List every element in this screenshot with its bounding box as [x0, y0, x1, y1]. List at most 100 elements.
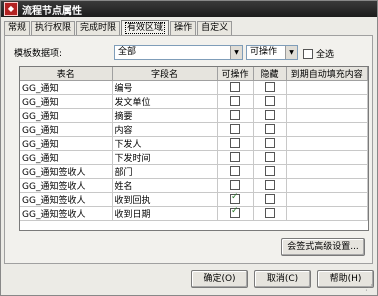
cell-autofill[interactable]	[286, 164, 368, 179]
mode-select[interactable]: 可操作 ▼	[246, 45, 298, 60]
table-row[interactable]: GG_通知签收人 收到日期	[20, 206, 368, 221]
cell-operable	[217, 136, 254, 151]
cell-table-name: GG_通知签收人	[20, 164, 113, 179]
tab-operation[interactable]: 操作	[170, 21, 197, 35]
cell-autofill[interactable]	[286, 150, 368, 165]
table-row[interactable]: GG_通知签收人 收到回执	[20, 192, 368, 207]
operable-checkbox[interactable]	[230, 82, 240, 93]
cell-field-name: 发文单位	[112, 94, 218, 109]
cell-hidden	[253, 178, 287, 193]
cell-autofill[interactable]	[286, 136, 368, 151]
operable-checkbox[interactable]	[230, 180, 240, 191]
title-bar[interactable]: ◆ 流程节点属性	[1, 1, 377, 17]
cell-operable	[217, 94, 254, 109]
col-header-operable[interactable]: 可操作	[217, 67, 254, 81]
cell-autofill[interactable]	[286, 192, 368, 207]
cell-operable	[217, 206, 254, 221]
cell-hidden	[253, 136, 287, 151]
operable-checkbox[interactable]	[230, 124, 240, 135]
operable-checkbox[interactable]	[230, 166, 240, 177]
hidden-checkbox[interactable]	[264, 166, 275, 177]
chevron-down-icon[interactable]: ▼	[285, 46, 297, 59]
hidden-checkbox[interactable]	[264, 124, 275, 135]
template-field-label: 模板数据项:	[14, 49, 63, 59]
cell-table-name: GG_通知签收人	[20, 192, 113, 207]
table-row[interactable]: GG_通知 编号	[20, 80, 368, 95]
cell-table-name: GG_通知	[20, 80, 113, 95]
cell-hidden	[253, 192, 287, 207]
cell-table-name: GG_通知	[20, 150, 113, 165]
cell-autofill[interactable]	[286, 80, 368, 95]
select-all-box[interactable]	[303, 48, 313, 59]
cell-operable	[217, 80, 254, 95]
cell-operable	[217, 178, 254, 193]
tab-valid-area[interactable]: 有效区域	[121, 20, 170, 36]
advanced-settings-button[interactable]: 会签式高级设置...	[281, 238, 365, 256]
cell-field-name: 下发时间	[112, 150, 218, 165]
tab-strip: 常规 执行权限 完成时限 有效区域 操作 自定义	[4, 19, 233, 36]
cell-hidden	[253, 122, 287, 137]
tab-general[interactable]: 常规	[4, 21, 31, 35]
cell-field-name: 摘要	[112, 108, 218, 123]
chevron-down-icon[interactable]: ▼	[230, 46, 242, 59]
table-row[interactable]: GG_通知签收人 部门	[20, 164, 368, 179]
table-row[interactable]: GG_通知签收人 姓名	[20, 178, 368, 193]
ok-button[interactable]: 确定(O)	[191, 270, 248, 288]
hidden-checkbox[interactable]	[264, 180, 275, 191]
cancel-button[interactable]: 取消(C)	[254, 270, 311, 288]
cell-table-name: GG_通知	[20, 122, 113, 137]
cell-field-name: 部门	[112, 164, 218, 179]
cell-autofill[interactable]	[286, 206, 368, 221]
dialog-window: ◆ 流程节点属性 常规 执行权限 完成时限 有效区域 操作 自定义 模板数据项:…	[0, 0, 378, 296]
hidden-checkbox[interactable]	[264, 96, 275, 107]
col-header-hidden[interactable]: 隐藏	[253, 67, 287, 81]
col-header-table[interactable]: 表名	[20, 67, 113, 81]
cell-hidden	[253, 94, 287, 109]
cell-hidden	[253, 164, 287, 179]
table-row[interactable]: GG_通知 发文单位	[20, 94, 368, 109]
tab-deadline[interactable]: 完成时限	[76, 21, 121, 35]
cell-operable	[217, 150, 254, 165]
hidden-checkbox[interactable]	[264, 138, 275, 149]
hidden-checkbox[interactable]	[264, 152, 275, 163]
cell-operable	[217, 122, 254, 137]
operable-checkbox[interactable]	[230, 138, 240, 149]
operable-checkbox[interactable]	[230, 193, 240, 205]
grid-header-row: 表名 字段名 可操作 隐藏 到期自动填充内容	[20, 67, 368, 81]
cell-operable	[217, 164, 254, 179]
cell-hidden	[253, 150, 287, 165]
cell-hidden	[253, 206, 287, 221]
table-row[interactable]: GG_通知 下发人	[20, 136, 368, 151]
cell-field-name: 内容	[112, 122, 218, 137]
hidden-checkbox[interactable]	[264, 208, 275, 219]
grid-body: GG_通知 编号 GG_通知 发文单位 GG_通知 摘要 GG_通知 内容 GG_通知 下发人 GG…	[20, 80, 368, 221]
cell-field-name: 收到回执	[112, 192, 218, 207]
hidden-checkbox[interactable]	[264, 194, 275, 205]
col-header-autofill[interactable]: 到期自动填充内容	[286, 67, 368, 81]
cell-field-name: 下发人	[112, 136, 218, 151]
table-row[interactable]: GG_通知 下发时间	[20, 150, 368, 165]
fields-grid[interactable]: 表名 字段名 可操作 隐藏 到期自动填充内容 GG_通知 编号 GG_通知 发文单位 G…	[19, 66, 369, 231]
cell-table-name: GG_通知	[20, 94, 113, 109]
operable-checkbox[interactable]	[230, 207, 240, 219]
operable-checkbox[interactable]	[230, 152, 240, 163]
cell-autofill[interactable]	[286, 94, 368, 109]
tab-exec-permission[interactable]: 执行权限	[31, 21, 76, 35]
scope-select[interactable]: 全部 ▼	[114, 45, 243, 60]
table-row[interactable]: GG_通知 摘要	[20, 108, 368, 123]
cell-hidden	[253, 80, 287, 95]
tab-custom[interactable]: 自定义	[197, 21, 233, 35]
cell-autofill[interactable]	[286, 108, 368, 123]
table-row[interactable]: GG_通知 内容	[20, 122, 368, 137]
cell-autofill[interactable]	[286, 178, 368, 193]
resize-grip-icon[interactable]: ⋰	[365, 283, 375, 293]
operable-checkbox[interactable]	[230, 96, 240, 107]
hidden-checkbox[interactable]	[264, 82, 275, 93]
operable-checkbox[interactable]	[230, 110, 240, 121]
cell-table-name: GG_通知签收人	[20, 178, 113, 193]
col-header-field[interactable]: 字段名	[112, 67, 218, 81]
hidden-checkbox[interactable]	[264, 110, 275, 121]
cell-autofill[interactable]	[286, 122, 368, 137]
cell-field-name: 收到日期	[112, 206, 218, 221]
select-all-checkbox[interactable]: 全选	[303, 47, 334, 60]
